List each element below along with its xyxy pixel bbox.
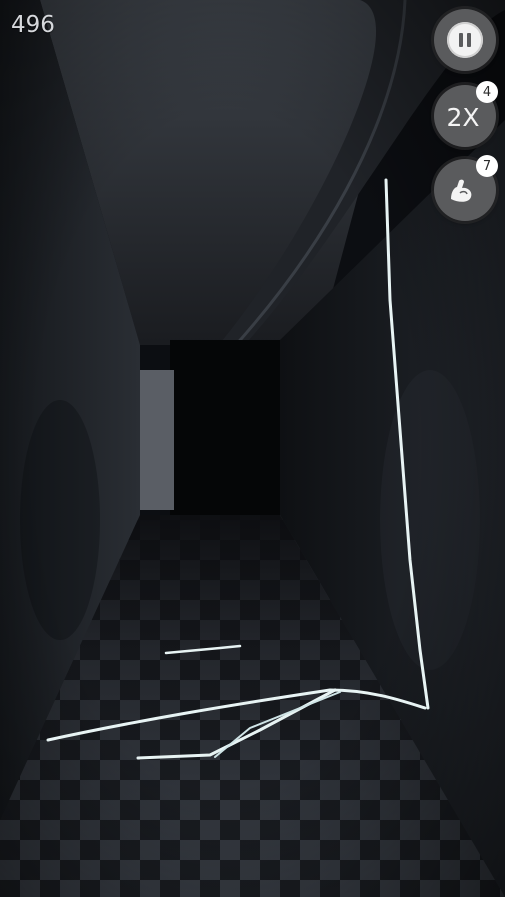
double-score-button[interactable]: 2X 4 [434,81,498,147]
strength-powerup-button[interactable]: 7 [434,155,498,221]
pause-icon [447,22,483,58]
corridor-scene [0,0,505,897]
flexed-arm-icon [451,179,472,202]
pause-button[interactable] [434,9,496,71]
game-viewport[interactable]: 496 2X 4 7 [0,0,505,897]
score-counter: 496 [11,12,55,38]
strength-count-badge: 7 [476,155,498,177]
double-score-count-badge: 4 [476,81,498,103]
double-score-label: 2X [446,102,480,132]
